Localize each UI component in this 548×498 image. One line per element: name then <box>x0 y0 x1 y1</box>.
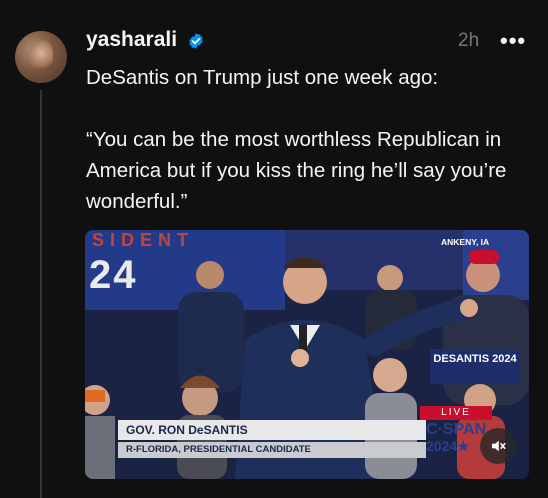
username[interactable]: yasharali <box>86 28 177 52</box>
verified-badge-icon <box>189 33 203 49</box>
avatar[interactable] <box>15 31 67 83</box>
banner-text: SIDENT <box>92 230 195 250</box>
banner-number: 24 <box>89 253 138 297</box>
location-label: ANKENY, IA <box>441 237 490 247</box>
speaker-muted-icon <box>492 440 506 452</box>
network-logo: C·SPAN <box>426 421 487 438</box>
mute-button[interactable] <box>480 428 516 464</box>
more-horizontal-icon[interactable]: ••• <box>500 28 526 54</box>
post-text: DeSantis on Trump just one week ago: “Yo… <box>86 66 507 213</box>
thread-line <box>40 90 42 498</box>
timestamp: 2h <box>458 30 480 51</box>
campaign-sign: DESANTIS 2024 <box>430 349 520 384</box>
network-year: 2024★ <box>426 438 470 454</box>
live-badge: LIVE <box>420 406 492 420</box>
lower-third-subtitle: R-FLORIDA, PRESIDENTIAL CANDIDATE <box>118 442 426 458</box>
lower-third-name: GOV. RON DeSANTIS <box>118 420 426 440</box>
